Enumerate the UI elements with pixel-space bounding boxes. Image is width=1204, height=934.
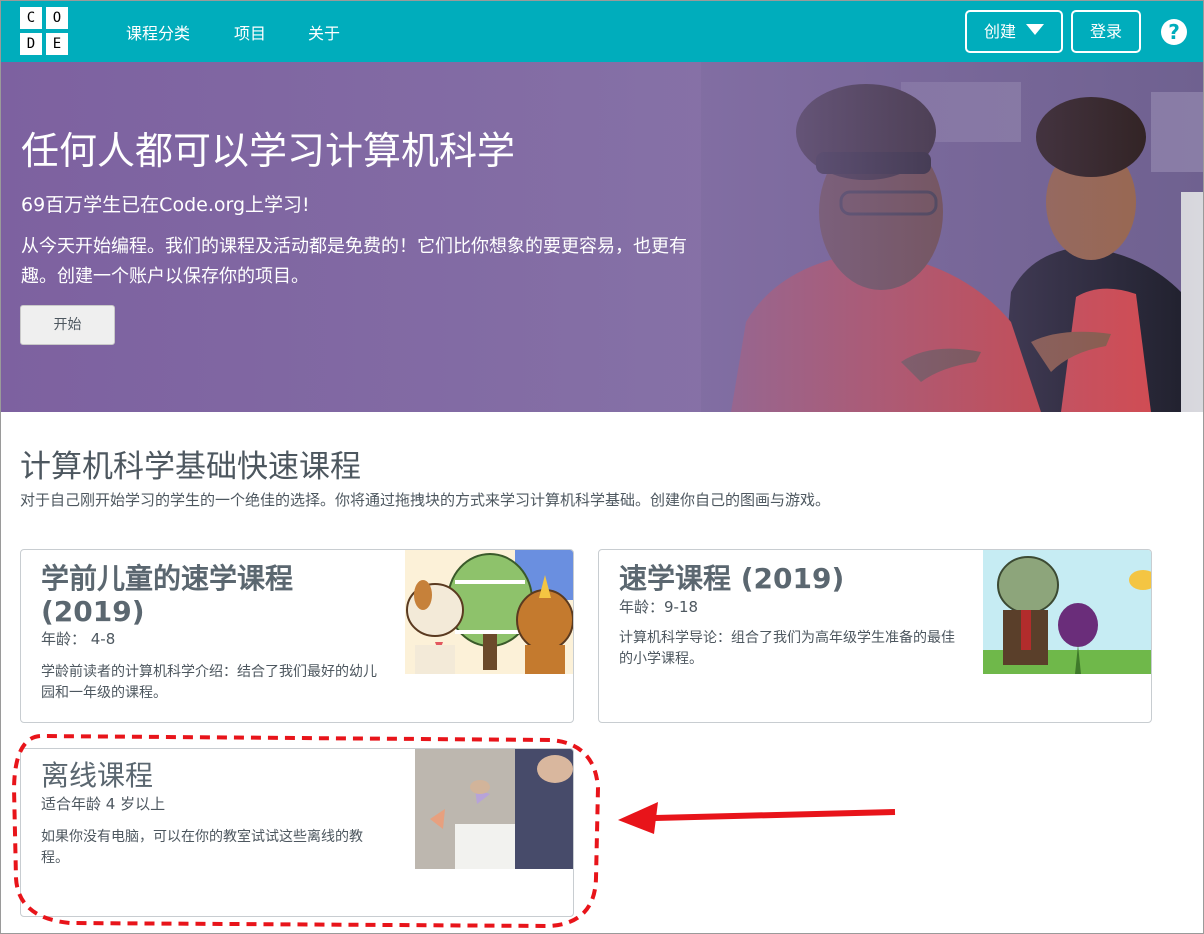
create-label: 创建 bbox=[983, 22, 1016, 41]
card-title: 速学课程 (2019) bbox=[619, 562, 845, 595]
code-logo[interactable]: C O D E bbox=[20, 7, 68, 55]
top-navigation-bar: C O D E 课程分类 项目 关于 创建 登录 ? bbox=[1, 1, 1203, 62]
start-button[interactable]: 开始 bbox=[20, 305, 115, 345]
caret-down-icon bbox=[1026, 24, 1044, 35]
hero-title: 任何人都可以学习计算机科学 bbox=[21, 129, 516, 173]
logo-letter: E bbox=[46, 33, 68, 55]
nav-course-catalog[interactable]: 课程分类 bbox=[126, 20, 190, 44]
logo-letter: C bbox=[20, 7, 42, 29]
card-age: 适合年龄 4 岁以上 bbox=[41, 795, 166, 813]
card-title: 学前儿童的速学课程 (2019) bbox=[41, 562, 294, 628]
login-button[interactable]: 登录 bbox=[1071, 10, 1141, 53]
logo-letter: D bbox=[20, 33, 42, 55]
hero-stat: 69百万学生已在Code.org上学习! bbox=[21, 194, 310, 216]
card-age: 年龄： 4-8 bbox=[41, 630, 116, 648]
section-description: 对于自己刚开始学习的学生的一个绝佳的选择。你将通过拖拽块的方式来学习计算机科学基… bbox=[20, 491, 831, 509]
card-description: 学龄前读者的计算机科学介绍：结合了我们最好的幼儿园和一年级的课程。 bbox=[41, 664, 377, 701]
create-dropdown-button[interactable]: 创建 bbox=[965, 10, 1063, 53]
help-icon[interactable]: ? bbox=[1161, 19, 1187, 45]
nav-projects[interactable]: 项目 bbox=[234, 20, 266, 44]
course-card-prereader[interactable]: 学前儿童的速学课程 (2019) 年龄： 4-8 学龄前读者的计算机科学介绍：结… bbox=[20, 549, 574, 723]
hero-banner: 任何人都可以学习计算机科学 69百万学生已在Code.org上学习! 从今天开始… bbox=[1, 62, 1203, 412]
nav-about[interactable]: 关于 bbox=[308, 20, 340, 44]
card-description: 如果你没有电脑，可以在你的教室试试这些离线的教程。 bbox=[41, 829, 363, 866]
section-title: 计算机科学基础快速课程 bbox=[20, 449, 361, 485]
card-thumbnail bbox=[415, 749, 573, 869]
logo-letter: O bbox=[46, 7, 68, 29]
course-card-express[interactable]: 速学课程 (2019) 年龄：9-18 计算机科学导论：组合了我们为高年级学生准… bbox=[598, 549, 1152, 723]
card-description: 计算机科学导论：组合了我们为高年级学生准备的最佳的小学课程。 bbox=[619, 630, 955, 667]
card-thumbnail bbox=[405, 550, 573, 674]
card-age: 年龄：9-18 bbox=[619, 598, 699, 616]
hero-body: 从今天开始编程。我们的课程及活动都是免费的！它们比你想象的要更容易，也更有趣。创… bbox=[21, 236, 687, 287]
course-card-unplugged[interactable]: 离线课程 适合年龄 4 岁以上 如果你没有电脑，可以在你的教室试试这些离线的教程… bbox=[20, 748, 574, 917]
card-title: 离线课程 bbox=[41, 759, 154, 792]
card-thumbnail bbox=[983, 550, 1151, 674]
